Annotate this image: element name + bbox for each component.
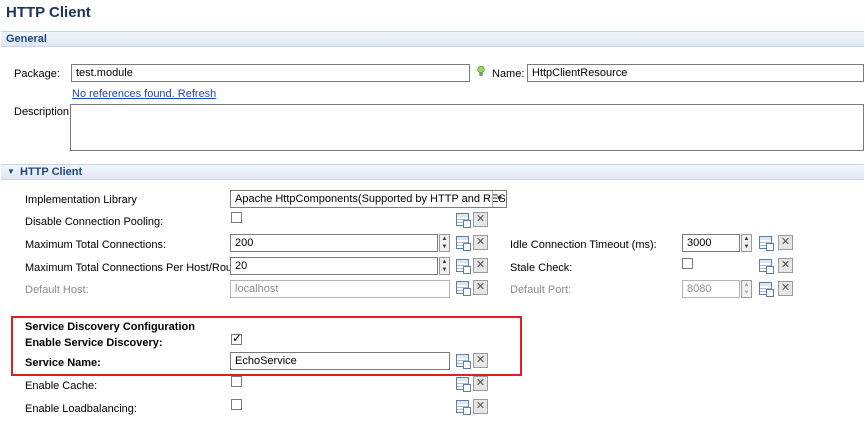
clear-icon[interactable]: ✕: [473, 235, 488, 250]
table-icon[interactable]: [759, 282, 774, 297]
lightbulb-icon: [477, 66, 485, 76]
default-port-input: 8080: [682, 280, 740, 298]
table-icon[interactable]: [759, 236, 774, 251]
service-name-label: Service Name:: [25, 357, 101, 369]
table-icon[interactable]: [759, 259, 774, 274]
http-client-section-header[interactable]: ▼ HTTP Client: [1, 164, 864, 180]
package-label: Package:: [14, 68, 60, 80]
clear-icon[interactable]: ✕: [778, 258, 793, 273]
spin-up-icon[interactable]: ▲: [440, 258, 449, 266]
triangle-down-icon[interactable]: ▼: [7, 167, 15, 176]
spin-down-icon[interactable]: ▼: [440, 266, 449, 274]
table-icon[interactable]: [456, 354, 471, 369]
idle-timeout-spinner[interactable]: ▲ ▼: [741, 234, 752, 252]
default-port-label: Default Port:: [510, 284, 572, 296]
table-icon[interactable]: [456, 281, 471, 296]
max-total-connections-spinner[interactable]: ▲ ▼: [439, 234, 450, 252]
clear-icon[interactable]: ✕: [473, 280, 488, 295]
spin-up-icon: ▲: [743, 282, 750, 288]
max-per-host-input[interactable]: 20: [230, 257, 438, 275]
clear-icon[interactable]: ✕: [778, 235, 793, 250]
stale-check-checkbox[interactable]: [682, 258, 693, 269]
references-refresh-link[interactable]: No references found. Refresh: [72, 88, 216, 100]
enable-cache-label: Enable Cache:: [25, 380, 98, 392]
max-total-connections-label: Maximum Total Connections:: [25, 239, 167, 251]
table-icon[interactable]: [456, 400, 471, 415]
max-per-host-spinner[interactable]: ▲ ▼: [439, 257, 450, 275]
spin-up-icon[interactable]: ▲: [742, 235, 751, 243]
general-section-title: General: [6, 33, 47, 45]
general-section-header: General: [1, 31, 864, 47]
clear-icon[interactable]: ✕: [778, 281, 793, 296]
implementation-library-value: Apache HttpComponents(Supported by HTTP …: [235, 193, 507, 205]
idle-timeout-label: Idle Connection Timeout (ms):: [510, 239, 657, 251]
disable-connection-pooling-label: Disable Connection Pooling:: [25, 216, 164, 228]
max-per-host-label: Maximum Total Connections Per Host/Route…: [25, 262, 245, 274]
table-icon[interactable]: [456, 377, 471, 392]
implementation-library-select[interactable]: Apache HttpComponents(Supported by HTTP …: [230, 190, 507, 208]
default-host-label: Default Host:: [25, 284, 89, 296]
default-port-spinner: ▲ ▼: [741, 280, 752, 298]
enable-cache-checkbox[interactable]: [231, 376, 242, 387]
enable-service-discovery-label: Enable Service Discovery:: [25, 337, 163, 349]
clear-icon[interactable]: ✕: [473, 376, 488, 391]
clear-icon[interactable]: ✕: [473, 212, 488, 227]
description-label: Description:: [14, 106, 73, 118]
table-icon[interactable]: [456, 213, 471, 228]
spin-up-icon[interactable]: ▲: [440, 235, 449, 243]
implementation-library-label: Implementation Library: [25, 194, 137, 206]
description-textarea[interactable]: [70, 104, 864, 151]
idle-timeout-input[interactable]: 3000: [682, 234, 740, 252]
package-input[interactable]: test.module: [71, 64, 470, 82]
clear-icon[interactable]: ✕: [473, 399, 488, 414]
checkmark-icon: ✓: [232, 331, 243, 345]
stale-check-label: Stale Check:: [510, 262, 573, 274]
spin-down-icon[interactable]: ▼: [440, 243, 449, 251]
spin-down-icon[interactable]: ▼: [742, 243, 751, 251]
enable-loadbalancing-checkbox[interactable]: [231, 399, 242, 410]
enable-loadbalancing-label: Enable Loadbalancing:: [25, 403, 137, 415]
disable-connection-pooling-checkbox[interactable]: [231, 212, 242, 223]
table-icon[interactable]: [456, 236, 471, 251]
table-icon[interactable]: [456, 259, 471, 274]
page-title: HTTP Client: [6, 4, 91, 21]
http-client-section-title: HTTP Client: [20, 166, 83, 178]
max-total-connections-input[interactable]: 200: [230, 234, 438, 252]
spin-down-icon: ▼: [743, 290, 750, 296]
default-host-input: localhost: [230, 280, 450, 298]
name-input[interactable]: HttpClientResource: [527, 64, 864, 82]
clear-icon[interactable]: ✕: [473, 353, 488, 368]
name-label: Name:: [492, 68, 525, 80]
clear-icon[interactable]: ✕: [473, 258, 488, 273]
chevron-down-icon[interactable]: ▼: [492, 191, 506, 207]
enable-service-discovery-checkbox[interactable]: ✓: [231, 331, 243, 345]
service-name-input[interactable]: EchoService: [230, 352, 450, 370]
service-discovery-heading: Service Discovery Configuration: [25, 321, 195, 333]
